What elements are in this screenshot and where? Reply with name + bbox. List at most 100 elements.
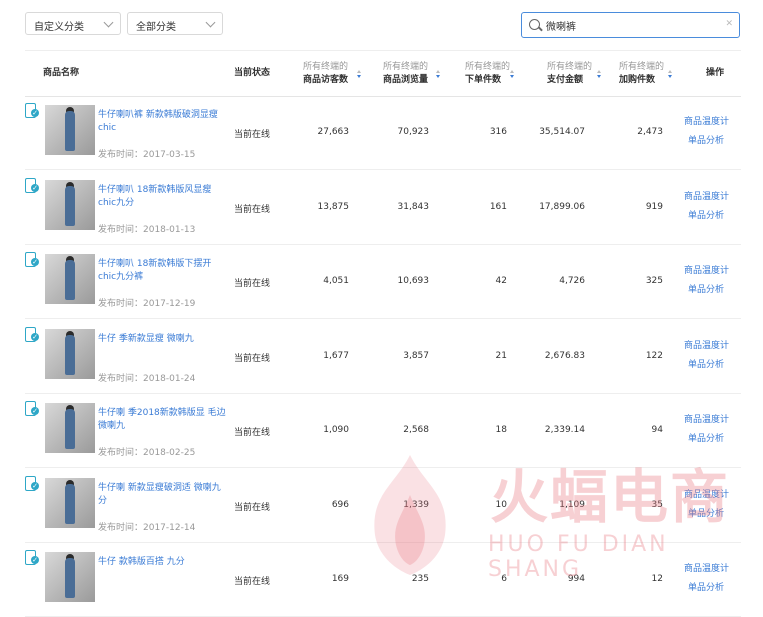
orders-cell: 18 bbox=[495, 425, 507, 435]
product-thumbnail[interactable] bbox=[45, 328, 95, 379]
cart-cell: 919 bbox=[645, 201, 663, 212]
product-name-link[interactable]: 牛仔喇叭裤 新款韩版破洞显瘦 chic bbox=[98, 109, 226, 135]
paid-cell: 4,726 bbox=[559, 276, 585, 286]
visitors-cell: 13,875 bbox=[317, 201, 350, 212]
sort-icon[interactable] bbox=[668, 70, 673, 80]
visitors-cell: 169 bbox=[331, 574, 349, 584]
views-cell: 70,923 bbox=[397, 127, 430, 137]
paid-cell: 994 bbox=[567, 574, 585, 584]
single-analysis-link[interactable]: 单品分析 bbox=[688, 133, 724, 146]
search-input[interactable] bbox=[546, 17, 716, 33]
mobile-device-icon bbox=[25, 401, 39, 416]
views-cell: 235 bbox=[411, 574, 429, 584]
publish-date: 发布时间：2018-02-25 bbox=[98, 448, 196, 458]
status-cell: 当前在线 bbox=[234, 577, 271, 587]
cart-cell: 12 bbox=[651, 574, 663, 584]
product-thumbnail[interactable] bbox=[45, 552, 95, 602]
header-paid[interactable]: 所有终端的 支付金额 bbox=[547, 61, 592, 87]
publish-date: 发布时间：2017-12-14 bbox=[98, 522, 196, 533]
header-orders[interactable]: 所有终端的 下单件数 bbox=[465, 61, 510, 87]
header-visitors[interactable]: 所有终端的 商品访客数 bbox=[303, 61, 348, 87]
views-cell: 31,843 bbox=[397, 201, 430, 212]
table-row: 牛仔喇 季2018新款韩版显 毛边微喇九发布时间：2018-02-25 当前在线 1… bbox=[25, 393, 741, 468]
status-cell: 当前在线 bbox=[234, 279, 271, 289]
product-name-link[interactable]: 牛仔 季新款显瘦 微喇九 bbox=[98, 333, 226, 346]
header-action: 操作 bbox=[706, 68, 725, 78]
product-thermometer-link[interactable]: 商品温度计 bbox=[684, 487, 729, 500]
table-row: 牛仔喇 新款显瘦破洞适 微喇九分发布时间：2017-12-14 当前在线 696 1,… bbox=[25, 468, 741, 543]
table-row: 牛仔喇叭裤 新款韩版破洞显瘦 chic 发布时间：2017-03-15 当前在线 27… bbox=[25, 95, 741, 170]
single-analysis-link[interactable]: 单品分析 bbox=[688, 431, 724, 444]
orders-cell: 161 bbox=[489, 201, 507, 212]
single-analysis-link[interactable]: 单品分析 bbox=[688, 282, 724, 295]
product-thermometer-link[interactable]: 商品温度计 bbox=[684, 412, 729, 425]
views-cell: 3,857 bbox=[403, 350, 429, 361]
orders-cell: 316 bbox=[489, 127, 507, 137]
table-row: 牛仔喇叭 18新款韩版下摆开 chic九分裤发布时间：2017-12-19 当前在… bbox=[25, 244, 741, 319]
product-thumbnail[interactable] bbox=[45, 254, 95, 304]
visitors-cell: 1,090 bbox=[323, 425, 349, 435]
clear-icon[interactable]: ✕ bbox=[725, 19, 733, 29]
product-thermometer-link[interactable]: 商品温度计 bbox=[684, 114, 729, 127]
product-name-link[interactable]: 牛仔 款韩版百搭 九分 bbox=[98, 556, 226, 569]
single-analysis-link[interactable]: 单品分析 bbox=[688, 357, 724, 370]
header-views[interactable]: 所有终端的 商品浏览量 bbox=[383, 61, 428, 87]
orders-cell: 6 bbox=[501, 574, 507, 584]
paid-cell: 2,676.83 bbox=[544, 350, 585, 361]
views-cell: 1,339 bbox=[403, 499, 429, 510]
publish-date: 发布时间：2018-01-24 bbox=[98, 373, 196, 384]
paid-cell: 1,109 bbox=[559, 499, 585, 510]
product-thumbnail[interactable] bbox=[45, 403, 95, 453]
mobile-device-icon bbox=[25, 550, 39, 565]
product-name-link[interactable]: 牛仔喇 季2018新款韩版显 毛边微喇九 bbox=[98, 407, 226, 433]
product-thumbnail[interactable] bbox=[45, 179, 95, 230]
sort-icon[interactable] bbox=[597, 70, 602, 80]
paid-cell: 35,514.07 bbox=[539, 127, 585, 137]
product-thermometer-link[interactable]: 商品温度计 bbox=[684, 561, 729, 574]
mobile-device-icon bbox=[25, 326, 39, 342]
status-cell: 当前在线 bbox=[234, 353, 271, 364]
cart-cell: 2,473 bbox=[637, 127, 663, 137]
views-cell: 10,693 bbox=[397, 276, 430, 286]
all-category-select[interactable]: 全部分类 bbox=[127, 12, 223, 35]
sort-icon[interactable] bbox=[357, 70, 362, 80]
product-thumbnail[interactable] bbox=[45, 105, 95, 155]
mobile-device-icon bbox=[25, 475, 39, 491]
custom-category-select[interactable]: 自定义分类 bbox=[25, 12, 121, 35]
search-icon bbox=[529, 19, 540, 30]
chevron-down-icon bbox=[103, 17, 114, 28]
header-name: 商品名称 bbox=[43, 68, 80, 78]
cart-cell: 94 bbox=[651, 425, 663, 435]
product-thermometer-link[interactable]: 商品温度计 bbox=[684, 338, 729, 351]
status-cell: 当前在线 bbox=[234, 130, 271, 140]
product-thermometer-link[interactable]: 商品温度计 bbox=[684, 263, 729, 276]
publish-date: 发布时间：2018-01-13 bbox=[98, 224, 196, 235]
cart-cell: 35 bbox=[651, 499, 663, 510]
product-name-link[interactable]: 牛仔喇 新款显瘦破洞适 微喇九分 bbox=[98, 482, 226, 508]
status-cell: 当前在线 bbox=[234, 428, 271, 438]
product-thermometer-link[interactable]: 商品温度计 bbox=[684, 189, 729, 202]
product-name-link[interactable]: 牛仔喇叭 18新款韩版风显瘦 chic九分 bbox=[98, 184, 226, 210]
mobile-device-icon bbox=[25, 103, 39, 118]
mobile-device-icon bbox=[25, 177, 39, 193]
custom-category-label: 自定义分类 bbox=[34, 22, 84, 33]
product-name-link[interactable]: 牛仔喇叭 18新款韩版下摆开 chic九分裤 bbox=[98, 258, 226, 284]
table-row: 牛仔 款韩版百搭 九分当前在线 169 235 6 994 12 商品温度计单品分析 bbox=[25, 542, 741, 617]
paid-cell: 2,339.14 bbox=[544, 425, 585, 435]
single-analysis-link[interactable]: 单品分析 bbox=[688, 208, 724, 221]
product-thumbnail[interactable] bbox=[45, 477, 95, 528]
orders-cell: 21 bbox=[495, 350, 507, 361]
orders-cell: 10 bbox=[495, 499, 507, 510]
single-analysis-link[interactable]: 单品分析 bbox=[688, 506, 724, 519]
sort-icon[interactable] bbox=[510, 70, 515, 80]
header-cart[interactable]: 所有终端的 加购件数 bbox=[619, 61, 664, 87]
single-analysis-link[interactable]: 单品分析 bbox=[688, 580, 724, 593]
table-row: 牛仔 季新款显瘦 微喇九发布时间：2018-01-24 当前在线 1,677 3,85… bbox=[25, 319, 741, 394]
visitors-cell: 4,051 bbox=[323, 276, 349, 286]
filter-toolbar: 自定义分类 全部分类 ✕ bbox=[0, 0, 763, 50]
visitors-cell: 696 bbox=[331, 499, 349, 510]
sort-icon[interactable] bbox=[436, 70, 441, 80]
table-row: 牛仔喇叭 18新款韩版风显瘦 chic九分发布时间：2018-01-13 当前在线… bbox=[25, 170, 741, 245]
table-header: 商品名称 当前状态 所有终端的 商品访客数 所有终端的 商品浏览量 所有终端的 下单件… bbox=[25, 50, 741, 97]
status-cell: 当前在线 bbox=[234, 204, 271, 215]
